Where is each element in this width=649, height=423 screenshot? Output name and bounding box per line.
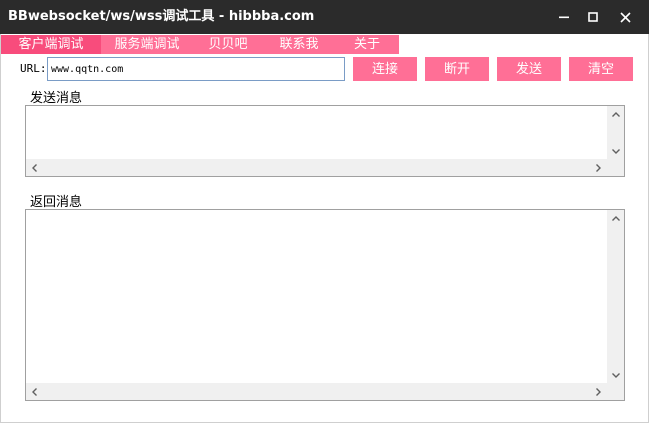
scroll-up-icon[interactable] xyxy=(607,210,624,227)
scroll-left-icon[interactable] xyxy=(26,159,43,176)
maximize-icon xyxy=(588,12,598,22)
url-input[interactable] xyxy=(47,57,345,81)
clear-button[interactable]: 清空 xyxy=(569,57,633,81)
tab-client-debug[interactable]: 客户端调试 xyxy=(1,35,101,54)
tab-contact[interactable]: 联系我 xyxy=(263,35,335,54)
scroll-down-icon[interactable] xyxy=(607,367,624,384)
close-button[interactable] xyxy=(609,0,641,34)
scrollbar-corner xyxy=(607,159,624,176)
minimize-button[interactable] xyxy=(548,0,580,34)
maximize-button[interactable] xyxy=(577,0,609,34)
url-label: URL: xyxy=(20,62,47,75)
send-button[interactable]: 发送 xyxy=(497,57,561,81)
minimize-icon xyxy=(559,16,569,19)
send-message-textarea[interactable] xyxy=(25,105,625,177)
send-horizontal-scrollbar[interactable] xyxy=(26,159,607,176)
title-bar: BBwebsocket/ws/wss调试工具 - hibbba.com xyxy=(0,0,649,34)
scroll-up-icon[interactable] xyxy=(607,106,624,123)
receive-vertical-scrollbar[interactable] xyxy=(607,210,624,384)
scroll-right-icon[interactable] xyxy=(590,383,607,400)
scrollbar-corner xyxy=(607,383,624,400)
tab-bar: 客户端调试 服务端调试 贝贝吧 联系我 关于 xyxy=(1,35,399,54)
tab-about[interactable]: 关于 xyxy=(335,35,399,54)
receive-horizontal-scrollbar[interactable] xyxy=(26,383,607,400)
connect-button[interactable]: 连接 xyxy=(353,57,417,81)
tab-beibeiba[interactable]: 贝贝吧 xyxy=(193,35,263,54)
close-icon xyxy=(619,11,631,23)
send-vertical-scrollbar[interactable] xyxy=(607,106,624,160)
scroll-down-icon[interactable] xyxy=(607,143,624,160)
receive-message-textarea[interactable] xyxy=(25,209,625,401)
scroll-left-icon[interactable] xyxy=(26,383,43,400)
tab-server-debug[interactable]: 服务端调试 xyxy=(101,35,193,54)
window-title: BBwebsocket/ws/wss调试工具 - hibbba.com xyxy=(8,9,315,24)
disconnect-button[interactable]: 断开 xyxy=(425,57,489,81)
scroll-right-icon[interactable] xyxy=(590,159,607,176)
